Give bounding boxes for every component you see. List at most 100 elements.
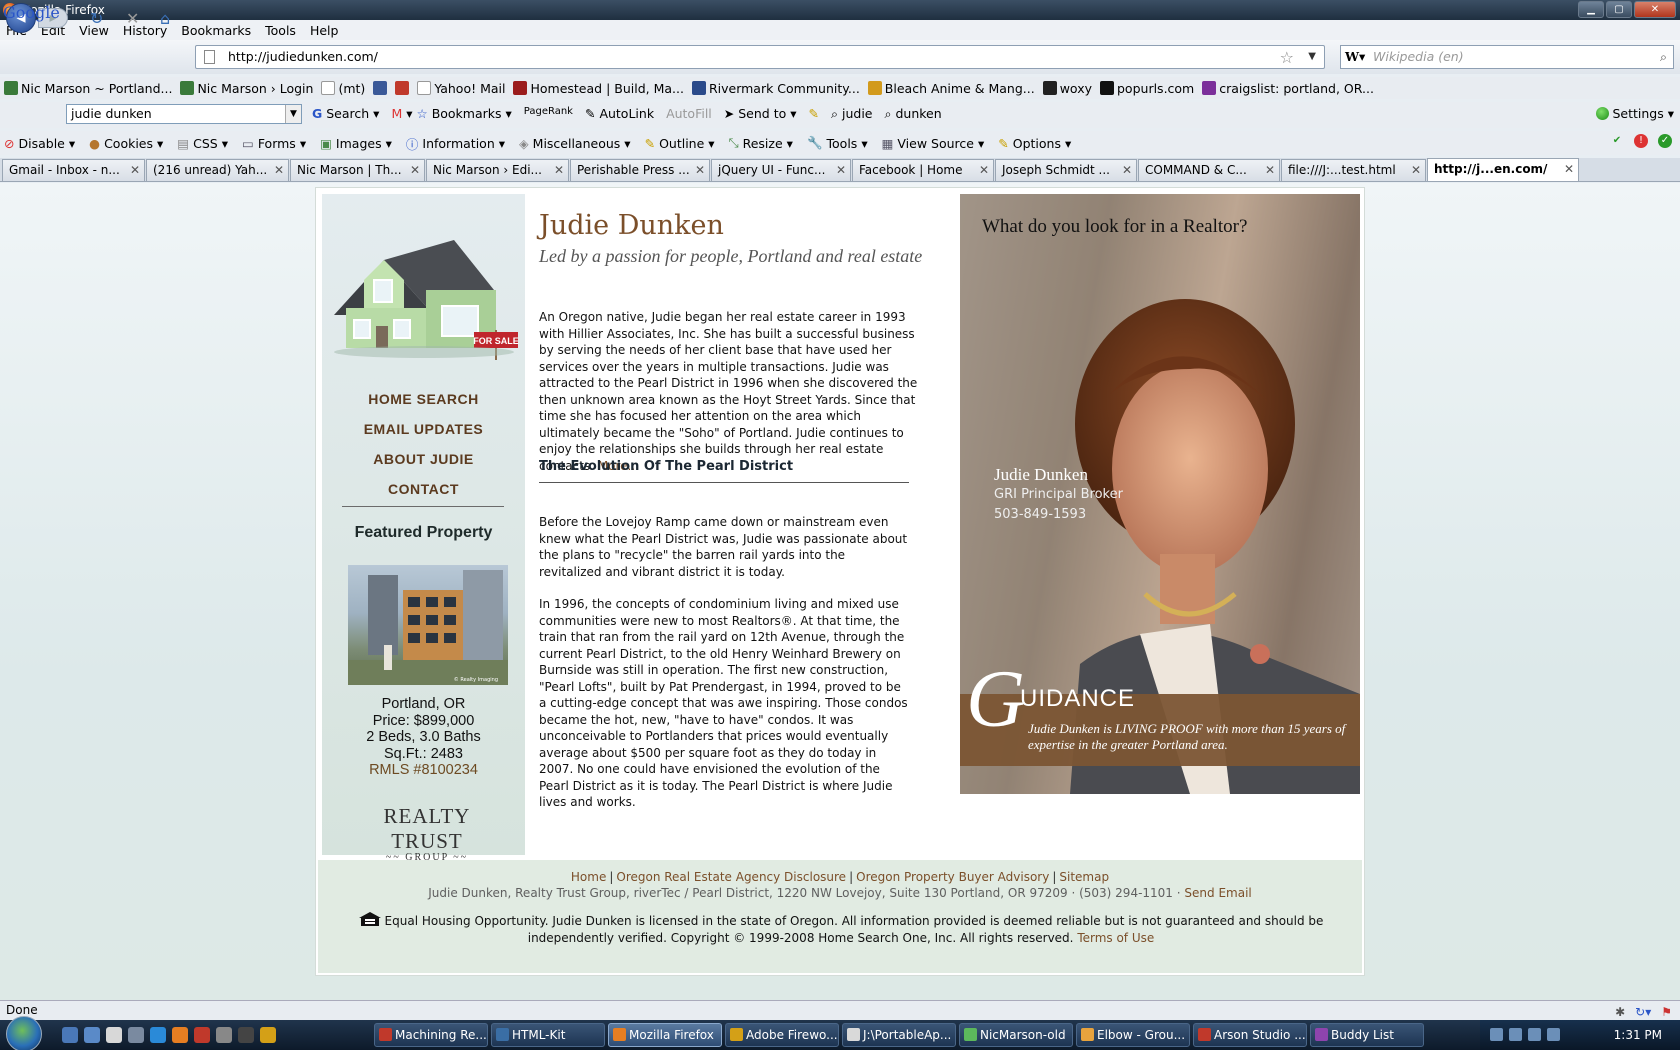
bookmark-star-icon[interactable]: ☆ xyxy=(1280,47,1294,69)
bookmark-item[interactable] xyxy=(395,81,410,95)
highlight-icon[interactable]: ✎ xyxy=(809,106,819,122)
nav-email-updates[interactable]: EMAIL UPDATES xyxy=(322,414,525,444)
tab[interactable]: jQuery UI - Func... ✕ xyxy=(711,159,851,181)
menu-tools[interactable]: Tools xyxy=(265,23,296,38)
tray-security-icon[interactable] xyxy=(1528,1028,1541,1041)
search-input[interactable]: W▾ Wikipedia (en) ⌕ xyxy=(1340,45,1674,69)
google-bookmarks-button[interactable]: M ▾ ☆ Bookmarks ▾ xyxy=(391,106,511,122)
footer-link-sitemap[interactable]: Sitemap xyxy=(1059,870,1109,884)
tab-close-icon[interactable]: ✕ xyxy=(554,160,564,180)
send-to-button[interactable]: ➤ Send to ▾ xyxy=(724,106,797,122)
google-search-input[interactable]: judie dunken ▼ xyxy=(66,104,302,124)
tab-close-icon[interactable]: ✕ xyxy=(274,160,284,180)
search-term-judie[interactable]: ⌕ judie xyxy=(831,106,872,122)
bookmark-item[interactable] xyxy=(373,81,388,95)
wd-css[interactable]: ▤ CSS ▾ xyxy=(177,136,228,151)
bookmark-item[interactable]: Nic Marson ~ Portland... xyxy=(4,81,172,96)
wd-information[interactable]: ⓘ Information ▾ xyxy=(406,134,505,153)
wd-tools[interactable]: 🔧 Tools ▾ xyxy=(807,135,868,151)
maximize-button[interactable]: ▢ xyxy=(1606,1,1632,18)
tab[interactable]: Gmail - Inbox - n... ✕ xyxy=(2,159,145,181)
footer-link-disclosure[interactable]: Oregon Real Estate Agency Disclosure xyxy=(616,870,846,884)
google-logo[interactable]: Google xyxy=(3,3,60,22)
url-input[interactable]: http://judiedunken.com/ ☆ ▼ xyxy=(195,45,1325,69)
bookmark-item[interactable]: Nic Marson › Login xyxy=(180,81,313,96)
tab-close-icon[interactable]: ✕ xyxy=(130,160,140,180)
autofill-button[interactable]: AutoFill xyxy=(666,106,712,122)
tab[interactable]: Nic Marson | Th... ✕ xyxy=(290,159,425,181)
switch-windows-icon[interactable] xyxy=(84,1027,100,1043)
settings-button[interactable]: Settings ▾ xyxy=(1596,106,1674,121)
opera-icon[interactable] xyxy=(194,1027,210,1043)
tab-close-icon[interactable]: ✕ xyxy=(695,160,705,180)
taskbar-task[interactable]: Adobe Firewo... xyxy=(725,1023,839,1047)
tab-close-icon[interactable]: ✕ xyxy=(1265,160,1275,180)
clock[interactable]: 1:31 PM xyxy=(1614,1028,1662,1042)
start-button[interactable] xyxy=(6,1016,42,1050)
footer-link-home[interactable]: Home xyxy=(571,870,606,884)
taskbar-task[interactable]: Arson Studio ... xyxy=(1193,1023,1307,1047)
tab[interactable]: COMMAND & C... ✕ xyxy=(1138,159,1280,181)
bookmark-item[interactable]: Homestead | Build, Ma... xyxy=(513,81,684,96)
tab[interactable]: Nic Marson › Edi... ✕ xyxy=(426,159,569,181)
show-desktop-icon[interactable] xyxy=(62,1027,78,1043)
bookmark-item[interactable]: Bleach Anime & Mang... xyxy=(867,81,1035,96)
htmlkit-quick-icon[interactable] xyxy=(238,1027,254,1043)
wd-options[interactable]: ✎ Options ▾ xyxy=(998,136,1071,151)
wd-resize[interactable]: ⤡ Resize ▾ xyxy=(729,135,793,151)
taskbar-task[interactable]: Mozilla Firefox xyxy=(608,1023,722,1047)
bookmark-item[interactable]: (mt) xyxy=(321,81,365,96)
taskbar-task[interactable]: NicMarson-old xyxy=(959,1023,1073,1047)
nav-about-judie[interactable]: ABOUT JUDIE xyxy=(322,444,525,474)
wd-miscellaneous[interactable]: ◈ Miscellaneous ▾ xyxy=(519,136,631,151)
settings-quick-icon[interactable] xyxy=(216,1027,232,1043)
wd-cookies[interactable]: ● Cookies ▾ xyxy=(89,136,163,151)
taskbar-task[interactable]: Elbow - Grou... xyxy=(1076,1023,1190,1047)
tab-active[interactable]: http://j...en.com/ ✕ xyxy=(1427,158,1579,181)
autolink-button[interactable]: ✎ AutoLink xyxy=(585,106,654,122)
nav-home-search[interactable]: HOME SEARCH xyxy=(322,384,525,414)
bookmark-item[interactable]: woxy xyxy=(1042,81,1092,96)
google-dropdown-icon[interactable]: ▼ xyxy=(285,105,301,123)
tab-close-icon[interactable]: ✕ xyxy=(1411,160,1421,180)
tab[interactable]: Facebook | Home ✕ xyxy=(852,159,994,181)
property-rmls-link[interactable]: RMLS #8100234 xyxy=(322,762,525,779)
notepad-icon[interactable] xyxy=(106,1027,122,1043)
tab-close-icon[interactable]: ✕ xyxy=(1564,159,1574,179)
send-email-link[interactable]: Send Email xyxy=(1184,886,1251,900)
valid-icon[interactable]: ✓ xyxy=(1658,134,1672,148)
google-search-button[interactable]: G Search ▾ xyxy=(312,106,379,122)
home-icon[interactable]: ⌂ xyxy=(160,9,170,28)
firefox-quick-icon[interactable] xyxy=(172,1027,188,1043)
wd-forms[interactable]: ▭ Forms ▾ xyxy=(242,136,306,151)
reload-icon[interactable]: ↻ xyxy=(90,9,103,28)
minimize-button[interactable]: ▁ xyxy=(1578,1,1604,18)
featured-property-photo[interactable]: © Realty Imaging xyxy=(348,565,508,685)
tab[interactable]: file:///J:...test.html ✕ xyxy=(1281,159,1426,181)
search-icon[interactable]: ⌕ xyxy=(1660,46,1667,68)
url-dropdown-icon[interactable]: ▼ xyxy=(1308,46,1316,68)
pagerank-button[interactable]: PageRank xyxy=(524,106,573,122)
ie-icon[interactable] xyxy=(150,1027,166,1043)
tab-close-icon[interactable]: ✕ xyxy=(836,160,846,180)
wd-images[interactable]: ▣ Images ▾ xyxy=(320,136,392,151)
menu-bookmarks[interactable]: Bookmarks xyxy=(181,23,251,38)
tray-update-icon[interactable] xyxy=(1547,1028,1560,1041)
taskbar-task[interactable]: Machining Re... xyxy=(374,1023,488,1047)
bookmark-item[interactable]: popurls.com xyxy=(1100,81,1194,96)
tray-network-icon[interactable] xyxy=(1490,1028,1503,1041)
terms-of-use-link[interactable]: Terms of Use xyxy=(1077,931,1154,945)
menu-help[interactable]: Help xyxy=(310,23,339,38)
search-term-dunken[interactable]: ⌕ dunken xyxy=(884,106,941,122)
bookmark-item[interactable]: Rivermark Community... xyxy=(691,81,860,96)
close-button[interactable]: ✕ xyxy=(1634,1,1676,18)
wd-view-source[interactable]: ▦ View Source ▾ xyxy=(882,136,985,151)
bookmark-item[interactable]: Yahoo! Mail xyxy=(417,81,505,96)
error-icon[interactable]: ! xyxy=(1634,134,1648,148)
tab-close-icon[interactable]: ✕ xyxy=(410,160,420,180)
tab[interactable]: Perishable Press ... ✕ xyxy=(570,159,710,181)
realty-trust-logo[interactable]: REALTY TRUST ~~ GROUP ~~ xyxy=(352,804,502,863)
tab[interactable]: Joseph Schmidt ... ✕ xyxy=(995,159,1137,181)
bookmark-item[interactable]: craigslist: portland, OR... xyxy=(1202,81,1374,96)
taskbar-task[interactable]: J:\PortableAp... xyxy=(842,1023,956,1047)
